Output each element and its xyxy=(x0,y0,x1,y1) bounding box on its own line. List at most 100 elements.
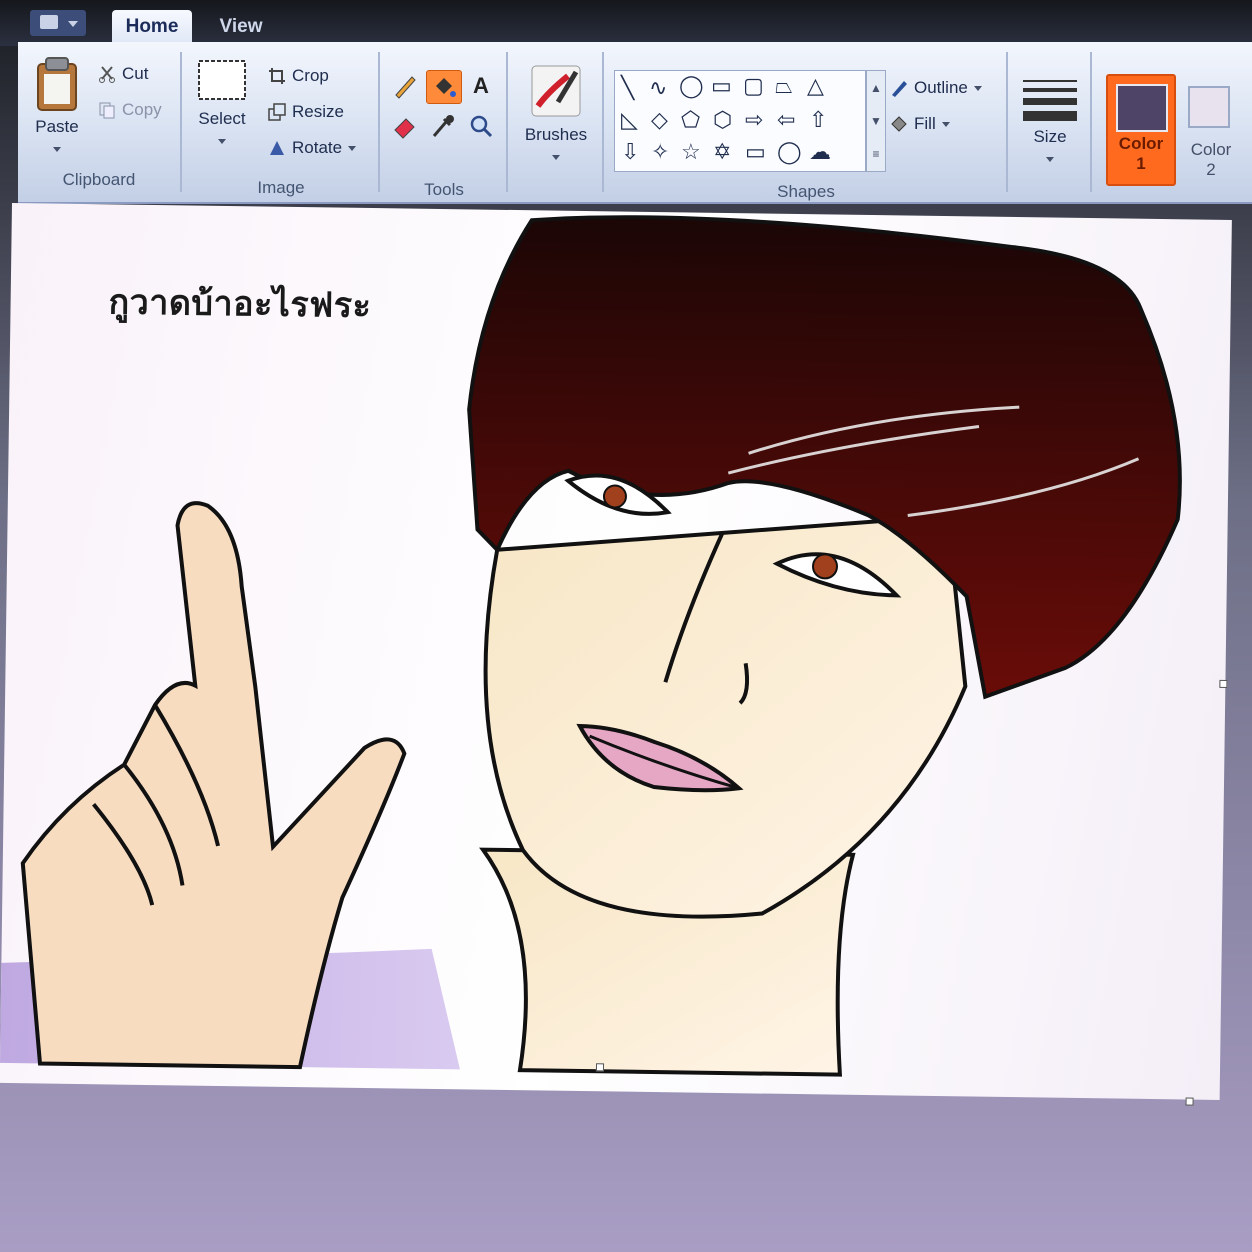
select-icon xyxy=(198,60,246,100)
left-arrow-shape-icon[interactable]: ⇦ xyxy=(777,107,795,133)
six-point-star-shape-icon[interactable]: ✡ xyxy=(713,139,731,165)
callout-rect-shape-icon[interactable]: ▭ xyxy=(745,139,766,165)
curve-shape-icon[interactable]: ∿ xyxy=(649,75,667,101)
up-arrow-shape-icon[interactable]: ⇧ xyxy=(809,107,827,133)
rectangle-shape-icon[interactable]: ▭ xyxy=(711,73,732,99)
left-iris xyxy=(602,484,627,509)
rounded-rectangle-shape-icon[interactable]: ▢ xyxy=(743,73,764,99)
scroll-down-icon[interactable]: ▼ xyxy=(867,104,885,137)
chevron-down-icon xyxy=(1046,157,1054,162)
text-tool[interactable]: A xyxy=(464,70,498,102)
tab-view[interactable]: View xyxy=(208,10,274,44)
select-button[interactable]: Select xyxy=(190,58,254,149)
paste-label: Paste xyxy=(35,117,79,136)
ribbon: Paste Cut Copy Clipboard Select Crop Res… xyxy=(18,42,1252,204)
right-triangle-shape-icon[interactable]: ◺ xyxy=(621,107,638,133)
rotate-label: Rotate xyxy=(292,138,343,157)
face-shape xyxy=(483,513,968,919)
right-iris xyxy=(812,553,839,580)
chevron-down-icon xyxy=(218,139,226,144)
color2-button[interactable]: Color 2 xyxy=(1178,82,1244,182)
rotate-icon xyxy=(270,141,284,155)
tools-group: A Tools xyxy=(382,52,508,199)
ribbon-tab-bar: Home View xyxy=(0,0,1252,46)
app-menu-button[interactable] xyxy=(30,10,86,36)
paste-button[interactable]: Paste xyxy=(26,56,88,157)
fill-bucket-icon xyxy=(436,78,456,97)
eraser-tool[interactable] xyxy=(388,110,422,142)
pentagon-shape-icon[interactable]: ⬠ xyxy=(681,107,700,133)
eraser-icon xyxy=(394,118,415,139)
image-group: Select Crop Resize Rotate Image xyxy=(184,52,380,197)
size-label: Size xyxy=(1033,127,1067,146)
fill-tool[interactable] xyxy=(426,70,462,104)
resize-button[interactable]: Resize xyxy=(268,102,344,122)
color1-button[interactable]: Color 1 xyxy=(1106,74,1176,186)
color-picker-tool[interactable] xyxy=(426,110,460,142)
color2-label: Color xyxy=(1190,140,1232,159)
select-label: Select xyxy=(198,109,246,128)
line-shape-icon[interactable]: ╲ xyxy=(621,75,634,101)
scroll-up-icon[interactable]: ▲ xyxy=(867,71,885,104)
shapes-group-label: Shapes xyxy=(777,182,835,201)
polygon-shape-icon[interactable]: ⏢ xyxy=(775,73,793,99)
paint-canvas[interactable]: กูวาดบ้าอะไรฟระ xyxy=(0,203,1232,1106)
pencil-icon xyxy=(395,76,416,99)
copy-button[interactable]: Copy xyxy=(98,100,162,120)
tab-home[interactable]: Home xyxy=(112,10,192,44)
pencil-tool[interactable] xyxy=(388,70,422,102)
cut-button[interactable]: Cut xyxy=(98,64,148,84)
cloud-callout-shape-icon[interactable]: ☁ xyxy=(809,139,831,165)
copy-label: Copy xyxy=(122,100,162,119)
resize-handle[interactable] xyxy=(1219,679,1228,689)
resize-label: Resize xyxy=(292,102,344,121)
resize-handle[interactable] xyxy=(1185,1097,1194,1106)
crop-icon xyxy=(269,68,285,84)
copy-icon xyxy=(99,102,115,119)
chevron-down-icon xyxy=(348,145,357,151)
shapes-scrollbar[interactable]: ▲ ▼ ≡ xyxy=(866,70,886,172)
resize-handle[interactable] xyxy=(595,1063,605,1072)
resize-icon xyxy=(268,103,286,121)
magnifier-icon xyxy=(470,115,493,138)
chevron-down-icon xyxy=(552,155,560,160)
crop-button[interactable]: Crop xyxy=(268,66,329,86)
color2-number: 2 xyxy=(1206,160,1216,179)
expand-gallery-icon[interactable]: ≡ xyxy=(867,137,885,170)
right-arrow-shape-icon[interactable]: ⇨ xyxy=(745,107,763,133)
fill-button[interactable]: Fill xyxy=(890,114,950,134)
magnifier-tool[interactable] xyxy=(464,110,498,142)
fill-label: Fill xyxy=(914,114,936,133)
brushes-group: Brushes xyxy=(510,52,604,192)
four-point-star-shape-icon[interactable]: ✧ xyxy=(651,139,669,165)
color1-label: Color xyxy=(1118,134,1164,153)
size-button[interactable]: Size xyxy=(1018,76,1082,167)
outline-button[interactable]: Outline xyxy=(890,78,982,98)
text-icon: A xyxy=(473,73,489,98)
chevron-down-icon xyxy=(53,147,61,152)
color1-swatch xyxy=(1116,84,1168,132)
shapes-group: ╲ ∿ ◯ ▭ ▢ ⏢ △ ◺ ◇ ⬠ ⬡ ⇨ ⇦ ⇧ ⇩ ✧ ☆ ✡ ▭ ◯ … xyxy=(606,52,1008,201)
color-picker-icon xyxy=(432,115,454,137)
chevron-down-icon xyxy=(941,121,950,127)
chevron-down-icon xyxy=(973,85,982,91)
five-point-star-shape-icon[interactable]: ☆ xyxy=(681,139,701,165)
callout-oval-shape-icon[interactable]: ◯ xyxy=(777,139,802,165)
tools-group-label: Tools xyxy=(424,180,464,199)
size-group: Size xyxy=(1010,52,1092,192)
shapes-gallery[interactable]: ╲ ∿ ◯ ▭ ▢ ⏢ △ ◺ ◇ ⬠ ⬡ ⇨ ⇦ ⇧ ⇩ ✧ ☆ ✡ ▭ ◯ … xyxy=(614,70,866,172)
brushes-label: Brushes xyxy=(524,125,588,144)
image-group-label: Image xyxy=(257,178,305,197)
cut-label: Cut xyxy=(122,64,149,83)
hexagon-shape-icon[interactable]: ⬡ xyxy=(713,107,732,133)
triangle-shape-icon[interactable]: △ xyxy=(807,73,824,99)
brush-icon xyxy=(531,65,581,117)
rotate-button[interactable]: Rotate xyxy=(268,138,357,158)
fill-icon xyxy=(891,116,907,132)
diamond-shape-icon[interactable]: ◇ xyxy=(651,107,668,133)
size-lines-icon xyxy=(1023,80,1077,121)
oval-shape-icon[interactable]: ◯ xyxy=(679,73,704,99)
down-arrow-shape-icon[interactable]: ⇩ xyxy=(621,139,639,165)
brushes-button[interactable]: Brushes xyxy=(516,62,596,165)
app-menu-icon xyxy=(40,15,58,29)
